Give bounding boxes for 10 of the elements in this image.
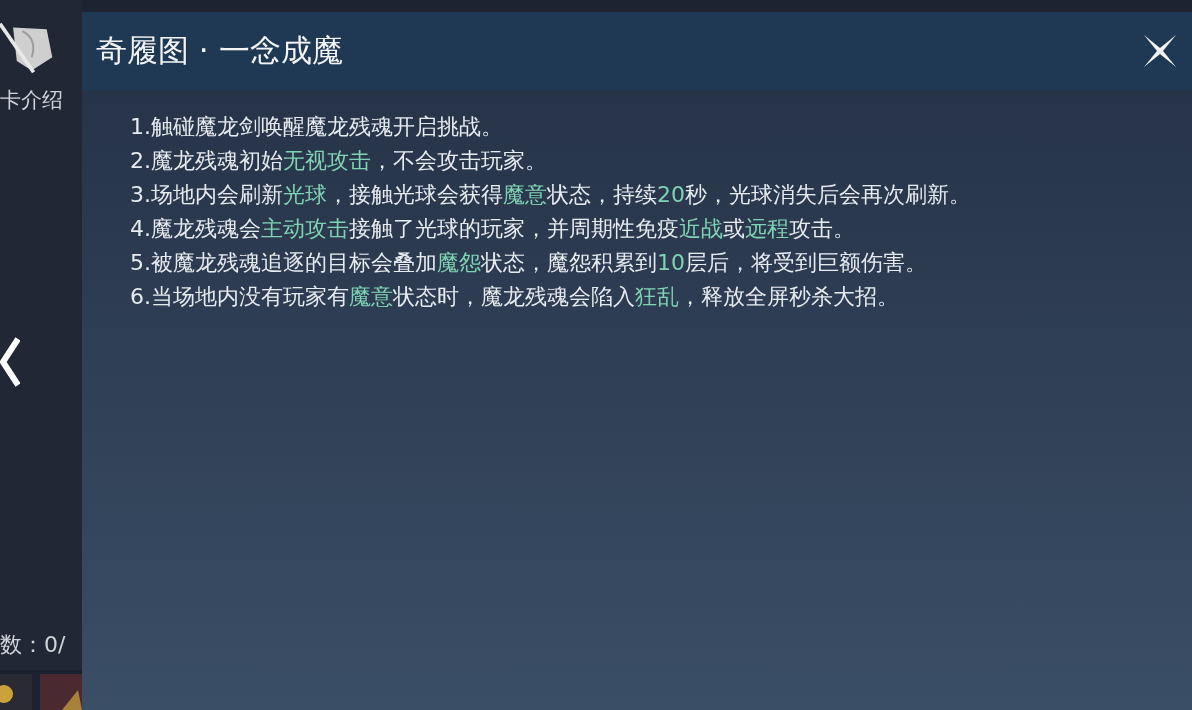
- counter-text: 数：0/: [0, 631, 66, 659]
- dialog-title: 奇履图 · 一念成魔: [96, 31, 343, 70]
- rule-text: 6.当场地内没有玩家有魔意状态时，魔龙残魂会陷入狂乱，释放全屏秒杀大招。: [130, 283, 900, 311]
- rule-text: 4.魔龙残魂会主动攻击接触了光球的玩家，并周期性免疫近战或远程攻击。: [130, 215, 856, 243]
- rule-text: 5.被魔龙残魂追逐的目标会叠加魔怨状态，魔怨积累到10层后，将受到巨额伤害。: [130, 249, 928, 277]
- rule-text: 1.触碰魔龙剑唤醒魔龙残魂开启挑战。: [130, 113, 504, 141]
- rule-text: 2.魔龙残魂初始无视攻击，不会攻击玩家。: [130, 147, 548, 175]
- level-intro-label[interactable]: 卡介绍: [0, 86, 63, 114]
- chevron-left-icon[interactable]: [0, 337, 20, 387]
- rule-text: 3.场地内会刷新光球，接触光球会获得魔意状态，持续20秒，光球消失后会再次刷新。: [130, 181, 972, 209]
